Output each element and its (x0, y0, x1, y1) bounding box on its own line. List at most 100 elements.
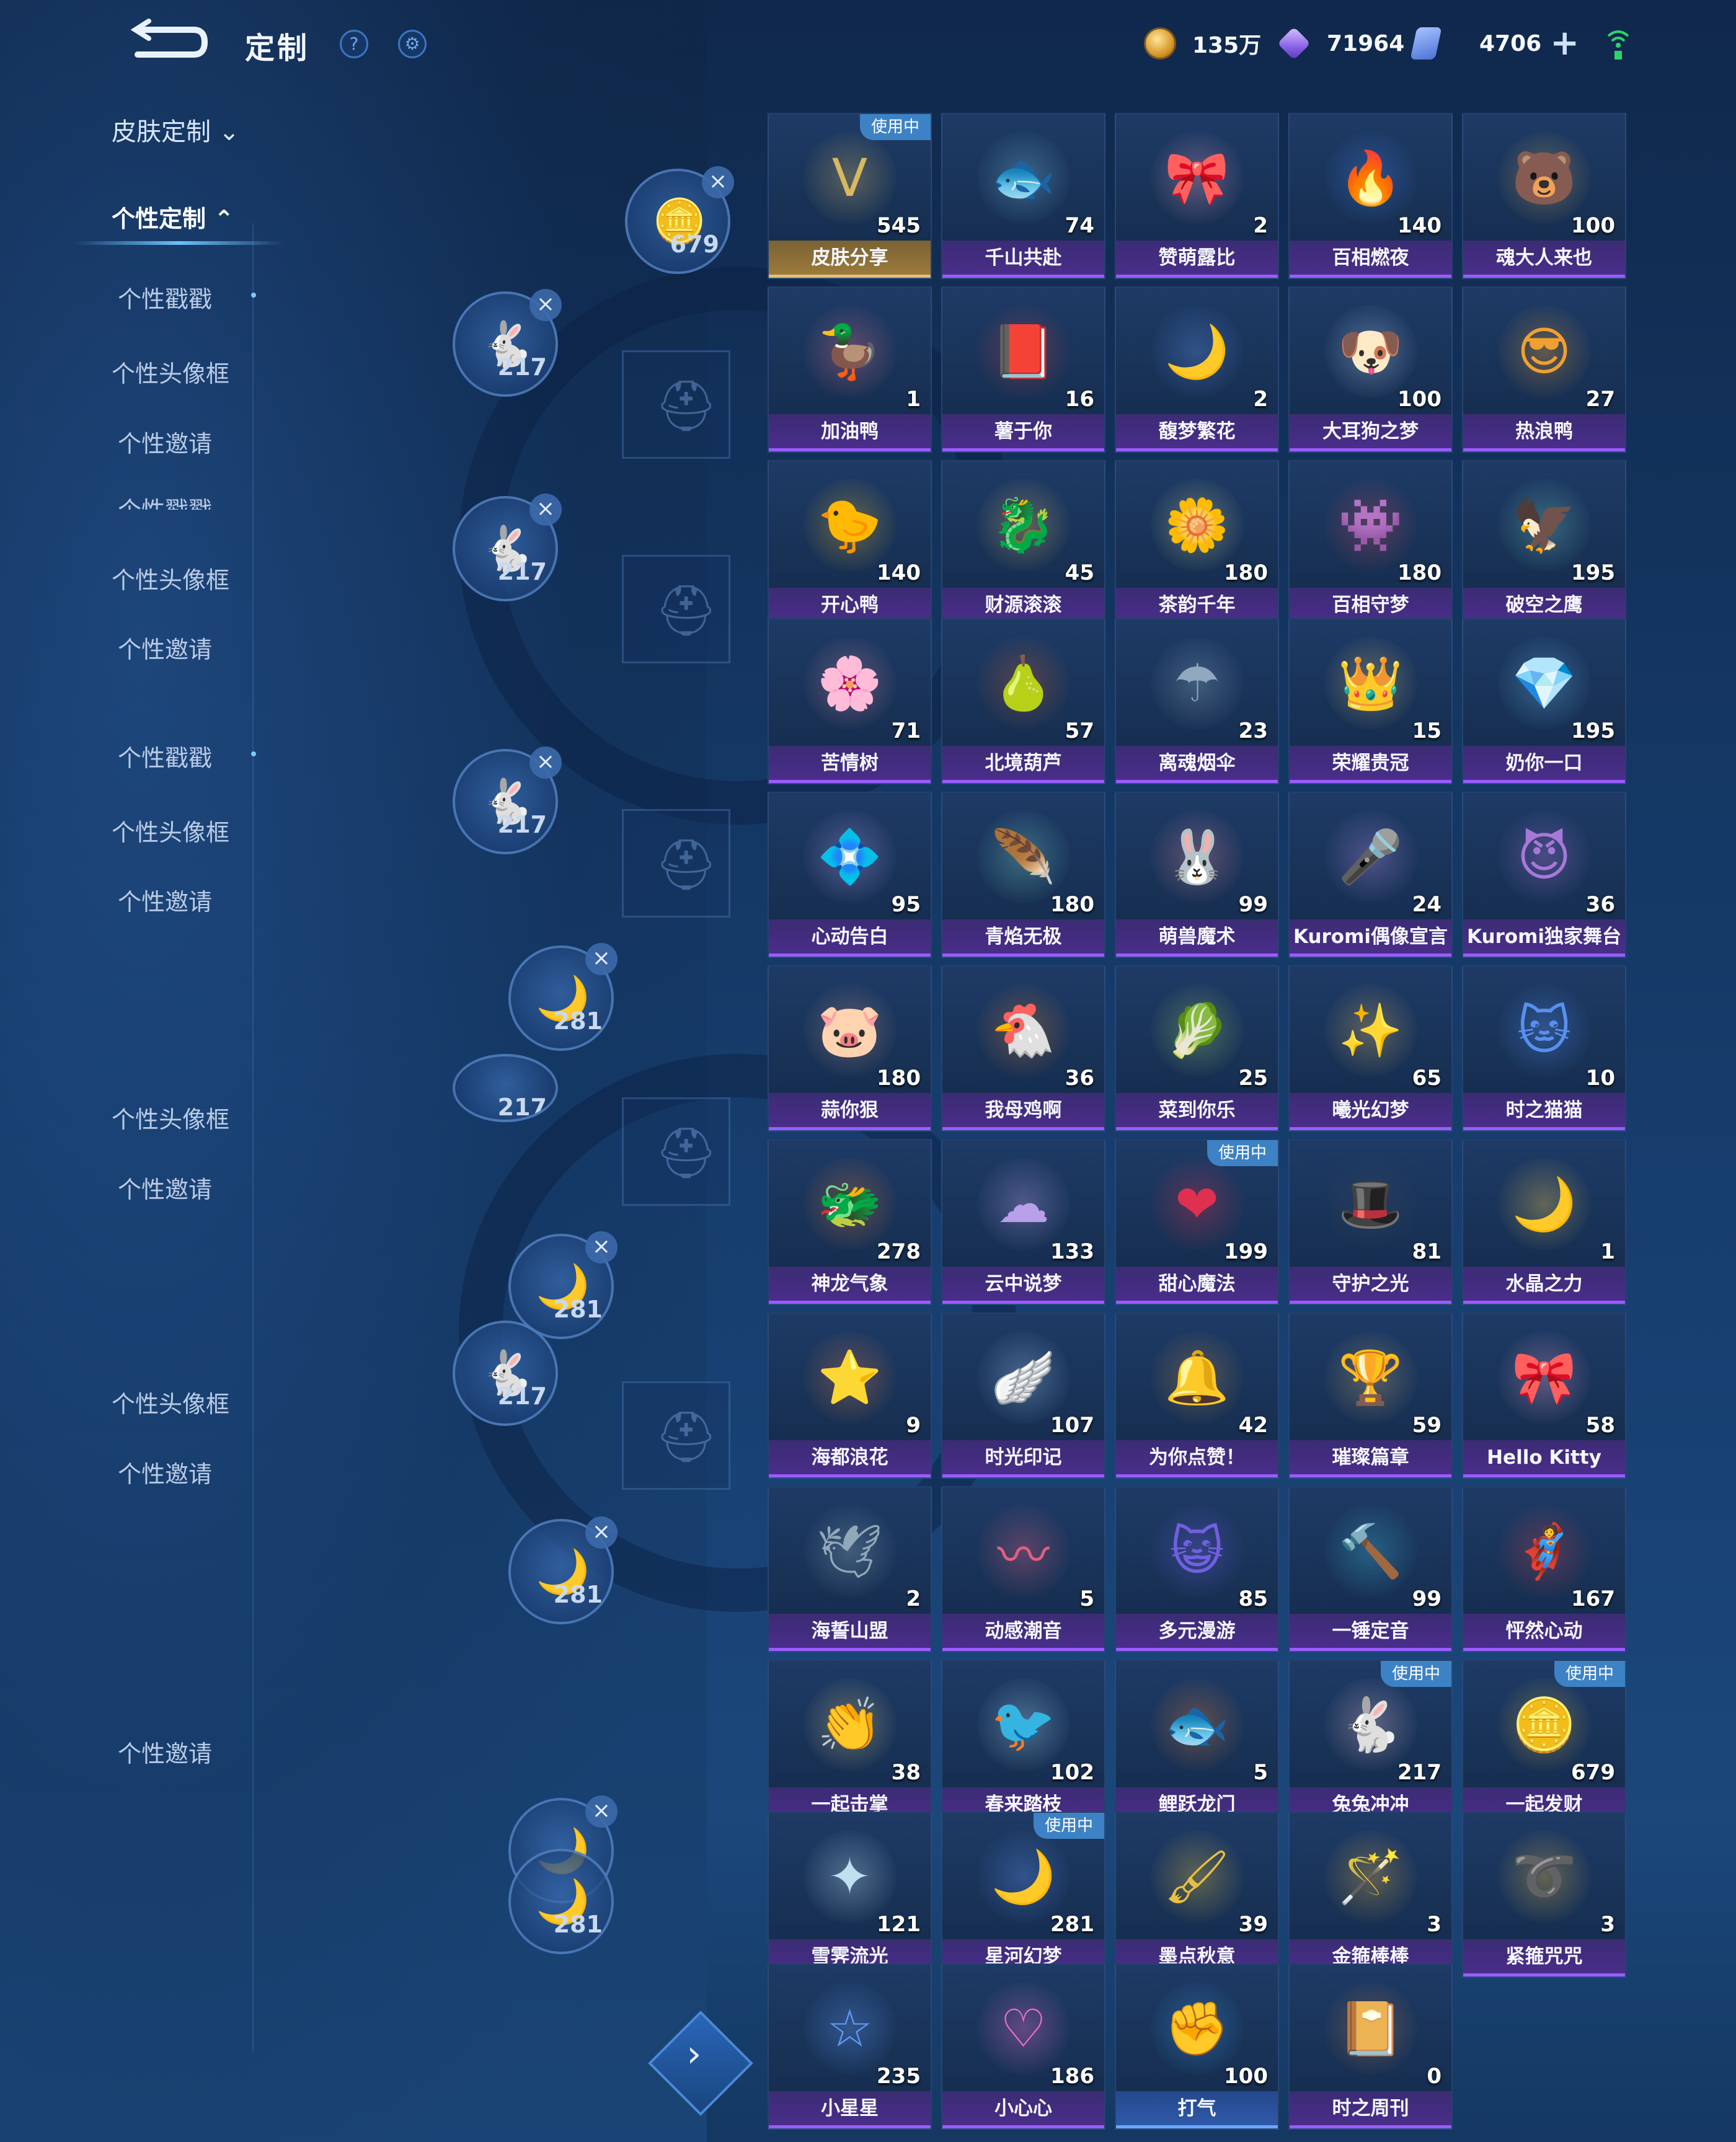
sidebar-item-personal-custom[interactable]: 个性定制 ⌃ (74, 200, 284, 245)
item-card[interactable]: 😺 85 多元漫游 (1115, 1486, 1279, 1652)
item-card[interactable]: ☆ 235 小星星 (768, 1963, 932, 2130)
item-card[interactable]: 🐦 102 春来踏枝 (941, 1660, 1105, 1826)
item-card[interactable]: 🕊 2 海誓山盟 (768, 1486, 932, 1652)
remove-icon[interactable]: × (529, 493, 562, 526)
item-card[interactable]: 🐤 140 开心鸭 (768, 460, 932, 626)
item-card[interactable]: 🐻 100 魂大人来也 (1462, 113, 1626, 279)
item-card[interactable]: 🐲 278 神龙气象 (768, 1139, 932, 1305)
item-card[interactable]: 🐶 100 大耳狗之梦 (1288, 286, 1453, 453)
item-card[interactable]: 🍐 57 北境葫芦 (941, 618, 1105, 784)
selected-poke-preview[interactable]: 🐇 217 × (453, 493, 562, 601)
item-card[interactable]: ♡ 186 小心心 (941, 1963, 1105, 2130)
item-card[interactable]: 🦅 195 破空之鹰 (1462, 460, 1626, 626)
remove-icon[interactable]: × (585, 1231, 618, 1264)
item-card[interactable]: 👾 180 百相守梦 (1288, 460, 1453, 626)
item-card[interactable]: 🎀 58 Hello Kitty (1462, 1312, 1626, 1479)
sidebar-item-poke[interactable]: 个性戳戳 (118, 491, 212, 510)
item-card[interactable]: ❤ 199 甜心魔法 使用中 (1115, 1139, 1279, 1305)
help-icon[interactable]: ? (340, 30, 368, 58)
item-card[interactable]: 🦆 1 加油鸭 (768, 286, 932, 453)
item-card[interactable]: 🦸 167 怦然心动 (1462, 1486, 1626, 1652)
selected-poke-preview[interactable]: 217 (453, 1054, 558, 1122)
remove-icon[interactable]: × (529, 289, 562, 321)
sidebar-item-invite[interactable]: 个性邀请 (118, 1455, 212, 1489)
sidebar-item-avatar-frame[interactable]: 个性头像框 (112, 561, 229, 595)
item-card[interactable]: 💠 95 心动告白 (768, 792, 932, 958)
item-card[interactable]: 👑 15 荣耀贵冠 (1288, 618, 1453, 784)
selected-poke-preview[interactable]: 🐇 217 × (453, 746, 562, 854)
sidebar-item-avatar-frame[interactable]: 个性头像框 (112, 1385, 229, 1419)
item-card[interactable]: 🔥 140 百相燃夜 (1288, 113, 1453, 279)
back-arrow-icon[interactable] (124, 19, 211, 68)
item-card[interactable]: 😈 36 Kuromi独家舞台 (1462, 792, 1626, 958)
item-card[interactable]: 🪽 107 时光印记 (941, 1312, 1105, 1479)
item-card[interactable]: 🎤 24 Kuromi偶像宣言 (1288, 792, 1453, 958)
empty-slot[interactable]: ⛑ (622, 350, 730, 459)
sidebar-item-invite[interactable]: 个性邀请 (118, 425, 212, 459)
remove-icon[interactable]: × (585, 1795, 618, 1828)
selected-poke-preview[interactable]: 🌙281× (508, 1231, 618, 1339)
sidebar-section-skin-custom[interactable]: 皮肤定制 ⌄ (112, 112, 239, 148)
item-card[interactable]: 🌼 180 茶韵千年 (1115, 460, 1279, 626)
item-card[interactable]: 🪶 180 青焰无极 (941, 792, 1105, 958)
sidebar-item-avatar-frame[interactable]: 个性头像框 (112, 813, 229, 848)
item-card[interactable]: 📔 0 时之周刊 (1288, 1963, 1453, 2130)
item-card[interactable]: ✨ 65 曦光幻梦 (1288, 965, 1453, 1131)
item-card[interactable]: ⭐ 9 海都浪花 (768, 1312, 932, 1479)
selected-poke-preview[interactable]: 🌙281× (508, 1516, 618, 1624)
item-card[interactable]: 🌸 71 苦情树 (768, 618, 932, 784)
item-card[interactable]: 🐔 36 我母鸡啊 (941, 965, 1105, 1131)
item-card[interactable]: 🎩 81 守护之光 (1288, 1139, 1453, 1305)
item-card[interactable]: 🪙 679 一起发财 使用中 (1462, 1660, 1626, 1826)
item-card[interactable]: 🐰 99 萌兽魔术 (1115, 792, 1279, 958)
item-card[interactable]: 🪄 3 金箍棒棒 (1288, 1812, 1453, 1978)
item-card[interactable]: 🏆 59 璀璨篇章 (1288, 1312, 1453, 1479)
item-card[interactable]: 🐇 217 兔兔冲冲 使用中 (1288, 1660, 1453, 1826)
sidebar-item-invite[interactable]: 个性邀请 (118, 883, 212, 917)
add-currency-button[interactable]: + (1550, 26, 1579, 61)
settings-gear-icon[interactable]: ⚙ (398, 30, 427, 58)
sidebar-item-invite[interactable]: 个性邀请 (118, 1171, 212, 1205)
remove-icon[interactable]: × (585, 1516, 618, 1549)
item-card[interactable]: ☁ 133 云中说梦 (941, 1139, 1105, 1305)
item-card[interactable]: 🌙 2 馥梦繁花 (1115, 286, 1279, 453)
item-card[interactable]: 💎 195 奶你一口 (1462, 618, 1626, 784)
remove-icon[interactable]: × (702, 166, 734, 198)
selected-poke-preview[interactable]: 🌙 281 (508, 1849, 614, 1954)
sidebar-item-invite[interactable]: 个性邀请 (118, 631, 212, 665)
empty-slot[interactable]: ⛑ (622, 809, 730, 918)
item-card[interactable]: 🐟 5 鲤跃龙门 (1115, 1660, 1279, 1826)
item-card[interactable]: 🐟 74 千山共赴 (941, 113, 1105, 279)
selected-poke-preview[interactable]: 🐇 217 × (453, 289, 562, 397)
selected-poke-preview[interactable]: 🪙 679 × (625, 166, 734, 274)
sidebar-item-poke[interactable]: 个性戳戳 (118, 280, 212, 314)
item-card[interactable]: ✊ 100 打气 (1115, 1963, 1279, 2130)
item-card[interactable]: 🔨 99 一锤定音 (1288, 1486, 1453, 1652)
item-card[interactable]: ➰ 3 紧箍咒咒 (1462, 1812, 1626, 1978)
item-card[interactable]: ✦ 121 雪霁流光 (768, 1812, 932, 1978)
empty-slot[interactable]: ⛑ (622, 1381, 730, 1490)
item-card[interactable]: 🌙 281 星河幻梦 使用中 (941, 1812, 1105, 1978)
item-card[interactable]: 🐱 10 时之猫猫 (1462, 965, 1626, 1131)
item-card[interactable]: 📕 16 薯于你 (941, 286, 1105, 453)
item-card[interactable]: 🎀 2 赞萌露比 (1115, 113, 1279, 279)
item-card[interactable]: 😎 27 热浪鸭 (1462, 286, 1626, 453)
sidebar-item-avatar-frame[interactable]: 个性头像框 (112, 355, 229, 389)
item-card[interactable]: 👏 38 一起击掌 (768, 1660, 932, 1826)
sidebar-item-invite[interactable]: 个性邀请 (118, 1735, 212, 1769)
sidebar-item-poke[interactable]: 个性戳戳 (118, 739, 212, 773)
item-card[interactable]: 🐷 180 蒜你狠 (768, 965, 932, 1131)
item-card[interactable]: 〰 5 动感潮音 (941, 1486, 1105, 1652)
item-card[interactable]: 🐉 45 财源滚滚 (941, 460, 1105, 626)
item-card[interactable]: V 545 皮肤分享 使用中 (768, 113, 932, 279)
selected-poke-preview[interactable]: 🐇 217 (453, 1321, 558, 1426)
empty-slot[interactable]: ⛑ (622, 555, 730, 663)
item-card[interactable]: 🌙 1 水晶之力 (1462, 1139, 1626, 1305)
item-card[interactable]: 🔔 42 为你点赞！ (1115, 1312, 1279, 1479)
item-card[interactable]: ☂ 23 离魂烟伞 (1115, 618, 1279, 784)
remove-icon[interactable]: × (529, 746, 562, 779)
item-card[interactable]: 🖌 39 墨点秋意 (1115, 1812, 1279, 1978)
remove-icon[interactable]: × (585, 943, 618, 975)
sidebar-item-avatar-frame[interactable]: 个性头像框 (112, 1100, 229, 1135)
item-card[interactable]: 🥬 25 菜到你乐 (1115, 965, 1279, 1131)
